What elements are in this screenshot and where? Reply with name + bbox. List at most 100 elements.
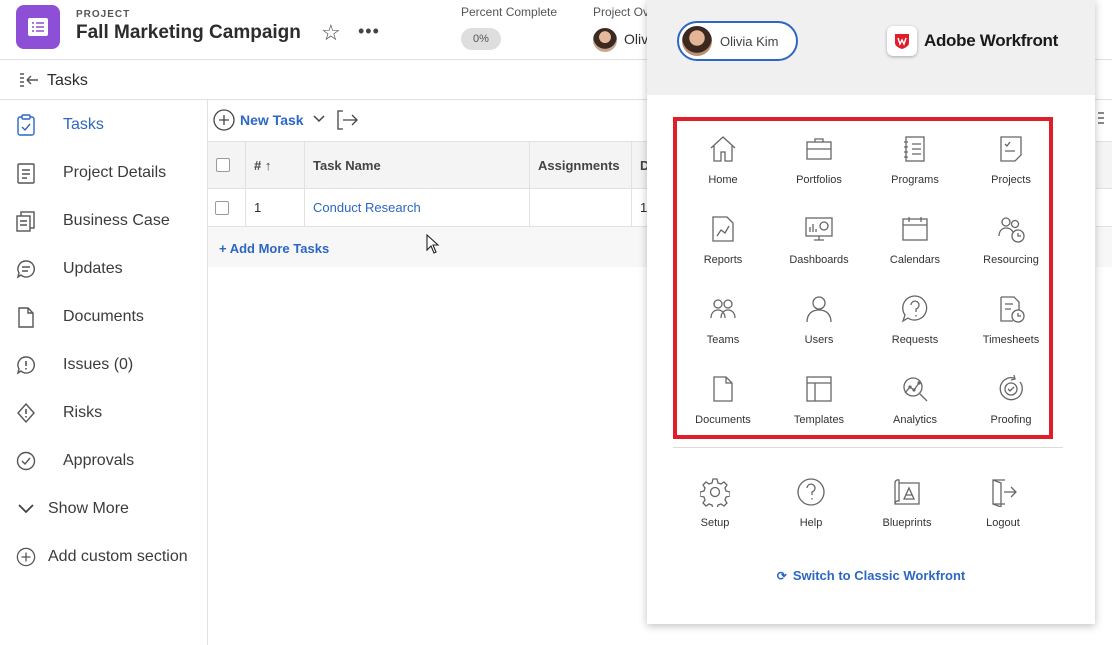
more-options-icon[interactable]: ••• <box>358 22 380 40</box>
column-header-d[interactable]: D <box>632 142 649 189</box>
details-icon <box>17 163 35 184</box>
programs-icon <box>904 136 925 162</box>
menu-tile-calendars[interactable]: Calendars <box>867 214 963 294</box>
menu-tile-label: Dashboards <box>789 254 849 266</box>
table-row-edge <box>1096 189 1112 227</box>
menu-tile-blueprints[interactable]: Blueprints <box>859 477 955 557</box>
switch-label: Switch to Classic Workfront <box>792 568 966 583</box>
new-task-button[interactable]: New Task <box>240 112 304 128</box>
menu-tile-projects[interactable]: Projects <box>963 134 1059 214</box>
sidebar-item-business-case[interactable]: Business Case <box>0 198 207 242</box>
approvals-icon <box>16 451 36 471</box>
export-icon[interactable] <box>335 109 359 131</box>
user-name: Olivia Kim <box>720 34 779 49</box>
percent-complete-label: Percent Complete <box>461 5 558 19</box>
collapse-nav-icon[interactable] <box>19 72 39 88</box>
sidebar-item-approvals[interactable]: Approvals <box>0 438 207 482</box>
menu-tile-label: Programs <box>891 174 939 186</box>
main-menu-panel: Olivia Kim Adobe Workfront Home Portfoli… <box>647 0 1095 624</box>
menu-tile-label: Portfolios <box>796 174 842 186</box>
percent-complete-value[interactable]: 0% <box>461 28 501 50</box>
blueprints-icon <box>894 479 920 505</box>
menu-tile-label: Documents <box>695 414 751 426</box>
task-toolbar: New Task <box>208 100 648 140</box>
menu-tile-documents[interactable]: Documents <box>675 374 771 454</box>
menu-tile-setup[interactable]: Setup <box>667 477 763 557</box>
sidebar-item-project-details[interactable]: Project Details <box>0 150 207 194</box>
sidebar-item-label: Updates <box>63 260 123 277</box>
menu-tile-timesheets[interactable]: Timesheets <box>963 294 1059 374</box>
menu-tile-help[interactable]: Help <box>763 477 859 557</box>
chevron-down-icon[interactable] <box>312 112 326 126</box>
menu-tile-teams[interactable]: Teams <box>675 294 771 374</box>
menu-tile-programs[interactable]: Programs <box>867 134 963 214</box>
chevron-down-icon <box>18 504 34 514</box>
star-icon[interactable]: ☆ <box>321 22 341 44</box>
row-assignments[interactable] <box>530 189 632 226</box>
adobe-workfront-logo <box>887 26 917 56</box>
templates-icon <box>806 376 832 402</box>
sidebar-item-updates[interactable]: Updates <box>0 246 207 290</box>
list-view-icon[interactable] <box>1097 110 1105 128</box>
sidebar-item-label: Issues (0) <box>63 356 134 373</box>
select-all-checkbox[interactable] <box>216 158 230 172</box>
menu-tile-label: Users <box>804 334 834 346</box>
gear-icon <box>700 478 730 507</box>
project-kicker: PROJECT <box>76 9 131 20</box>
menu-tile-requests[interactable]: Requests <box>867 294 963 374</box>
menu-tile-users[interactable]: Users <box>771 294 867 374</box>
row-d: 1 <box>640 200 648 215</box>
column-header-assignments[interactable]: Assignments <box>530 142 632 189</box>
user-profile-button[interactable]: Olivia Kim <box>677 21 798 61</box>
project-owner-name[interactable]: Oliv <box>624 31 648 47</box>
column-header-task-name[interactable]: Task Name <box>305 142 530 189</box>
menu-tile-label: Teams <box>706 334 740 346</box>
menu-tile-label: Proofing <box>990 414 1032 426</box>
menu-tile-resourcing[interactable]: Resourcing <box>963 214 1059 294</box>
menu-tile-label: Templates <box>793 414 845 426</box>
show-more-button[interactable]: Show More <box>0 486 207 530</box>
menu-tile-label: Calendars <box>889 254 941 266</box>
menu-divider <box>673 447 1063 448</box>
documents-icon <box>713 376 733 402</box>
sidebar-item-label: Show More <box>48 500 129 517</box>
task-name-link[interactable]: Conduct Research <box>305 189 530 226</box>
menu-tile-proofing[interactable]: Proofing <box>963 374 1059 454</box>
menu-tile-home[interactable]: Home <box>675 134 771 214</box>
calendars-icon <box>902 217 928 241</box>
home-icon <box>710 136 736 162</box>
project-icon <box>16 5 60 49</box>
row-select-cell <box>208 189 246 226</box>
avatar <box>682 26 712 56</box>
portfolios-icon <box>806 138 832 160</box>
sidebar-item-documents[interactable]: Documents <box>0 294 207 338</box>
menu-tile-dashboards[interactable]: Dashboards <box>771 214 867 294</box>
business-case-icon <box>16 211 35 232</box>
sidebar-item-label: Approvals <box>63 452 135 469</box>
column-header-number[interactable]: # ↑ <box>246 142 305 189</box>
menu-tile-analytics[interactable]: Analytics <box>867 374 963 454</box>
teams-icon <box>710 299 736 319</box>
menu-tile-templates[interactable]: Templates <box>771 374 867 454</box>
table-row[interactable]: 1 Conduct Research 1 <box>208 189 648 227</box>
add-custom-section-button[interactable]: Add custom section <box>0 534 207 578</box>
sidebar-item-label: Business Case <box>63 212 170 229</box>
project-title[interactable]: Fall Marketing Campaign <box>76 22 301 44</box>
sidebar-item-tasks[interactable]: Tasks <box>0 102 207 146</box>
row-number: 1 <box>246 189 305 226</box>
switch-to-classic-link[interactable]: ⟳ Switch to Classic Workfront <box>647 568 1095 583</box>
row-checkbox[interactable] <box>215 201 229 215</box>
menu-tile-logout[interactable]: Logout <box>955 477 1051 557</box>
add-more-tasks-button[interactable]: + Add More Tasks <box>219 241 329 256</box>
owner-avatar[interactable] <box>593 28 617 52</box>
sidebar-item-issues[interactable]: Issues (0) <box>0 342 207 386</box>
projects-icon <box>1000 136 1022 162</box>
menu-tile-label: Resourcing <box>983 254 1039 266</box>
logout-icon <box>992 479 1017 507</box>
menu-tile-label: Blueprints <box>882 517 932 529</box>
analytics-icon <box>903 377 928 402</box>
menu-tile-portfolios[interactable]: Portfolios <box>771 134 867 214</box>
sidebar-item-risks[interactable]: Risks <box>0 390 207 434</box>
plus-circle-icon[interactable] <box>213 109 235 131</box>
menu-tile-reports[interactable]: Reports <box>675 214 771 294</box>
